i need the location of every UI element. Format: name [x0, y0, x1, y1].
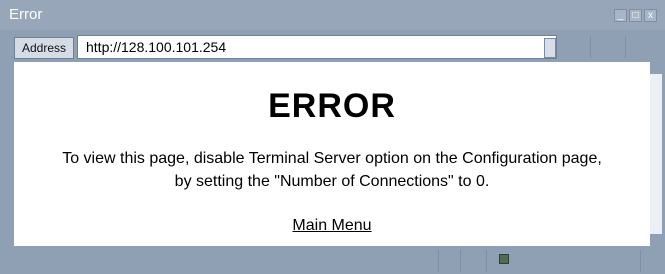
- status-divider: [640, 250, 641, 272]
- status-bar: [0, 246, 665, 274]
- error-message-line-1: To view this page, disable Terminal Serv…: [62, 150, 602, 167]
- browser-window: Error _ □ x Address http://128.100.101.2…: [0, 0, 665, 274]
- window-title: Error: [9, 6, 43, 23]
- url-field[interactable]: http://128.100.101.254: [77, 35, 557, 59]
- status-divider: [438, 250, 439, 272]
- main-menu-row: Main Menu: [14, 217, 650, 235]
- maximize-button[interactable]: □: [629, 9, 642, 22]
- status-divider: [486, 250, 487, 272]
- page-content: ERROR To view this page, disable Termina…: [14, 62, 650, 246]
- scroll-up-arrow[interactable]: [650, 62, 662, 74]
- scroll-down-arrow[interactable]: [650, 234, 662, 246]
- status-divider: [460, 250, 461, 272]
- toolbar-divider: [590, 36, 591, 58]
- title-bar: Error _ □ x: [0, 0, 665, 30]
- address-button[interactable]: Address: [14, 37, 74, 59]
- error-heading: ERROR: [268, 87, 396, 125]
- close-button[interactable]: x: [644, 9, 657, 22]
- window-controls: _ □ x: [614, 9, 657, 22]
- address-dropdown-handle[interactable]: [544, 38, 556, 58]
- minimize-button[interactable]: _: [614, 9, 627, 22]
- error-message-line-2: by setting the "Number of Connections" t…: [174, 173, 490, 190]
- error-message: To view this page, disable Terminal Serv…: [14, 147, 650, 193]
- security-icon: [499, 254, 509, 264]
- main-menu-link[interactable]: Main Menu: [292, 217, 371, 234]
- vertical-scrollbar[interactable]: [650, 62, 662, 246]
- toolbar-divider: [625, 36, 626, 58]
- address-bar: Address http://128.100.101.254: [0, 30, 665, 60]
